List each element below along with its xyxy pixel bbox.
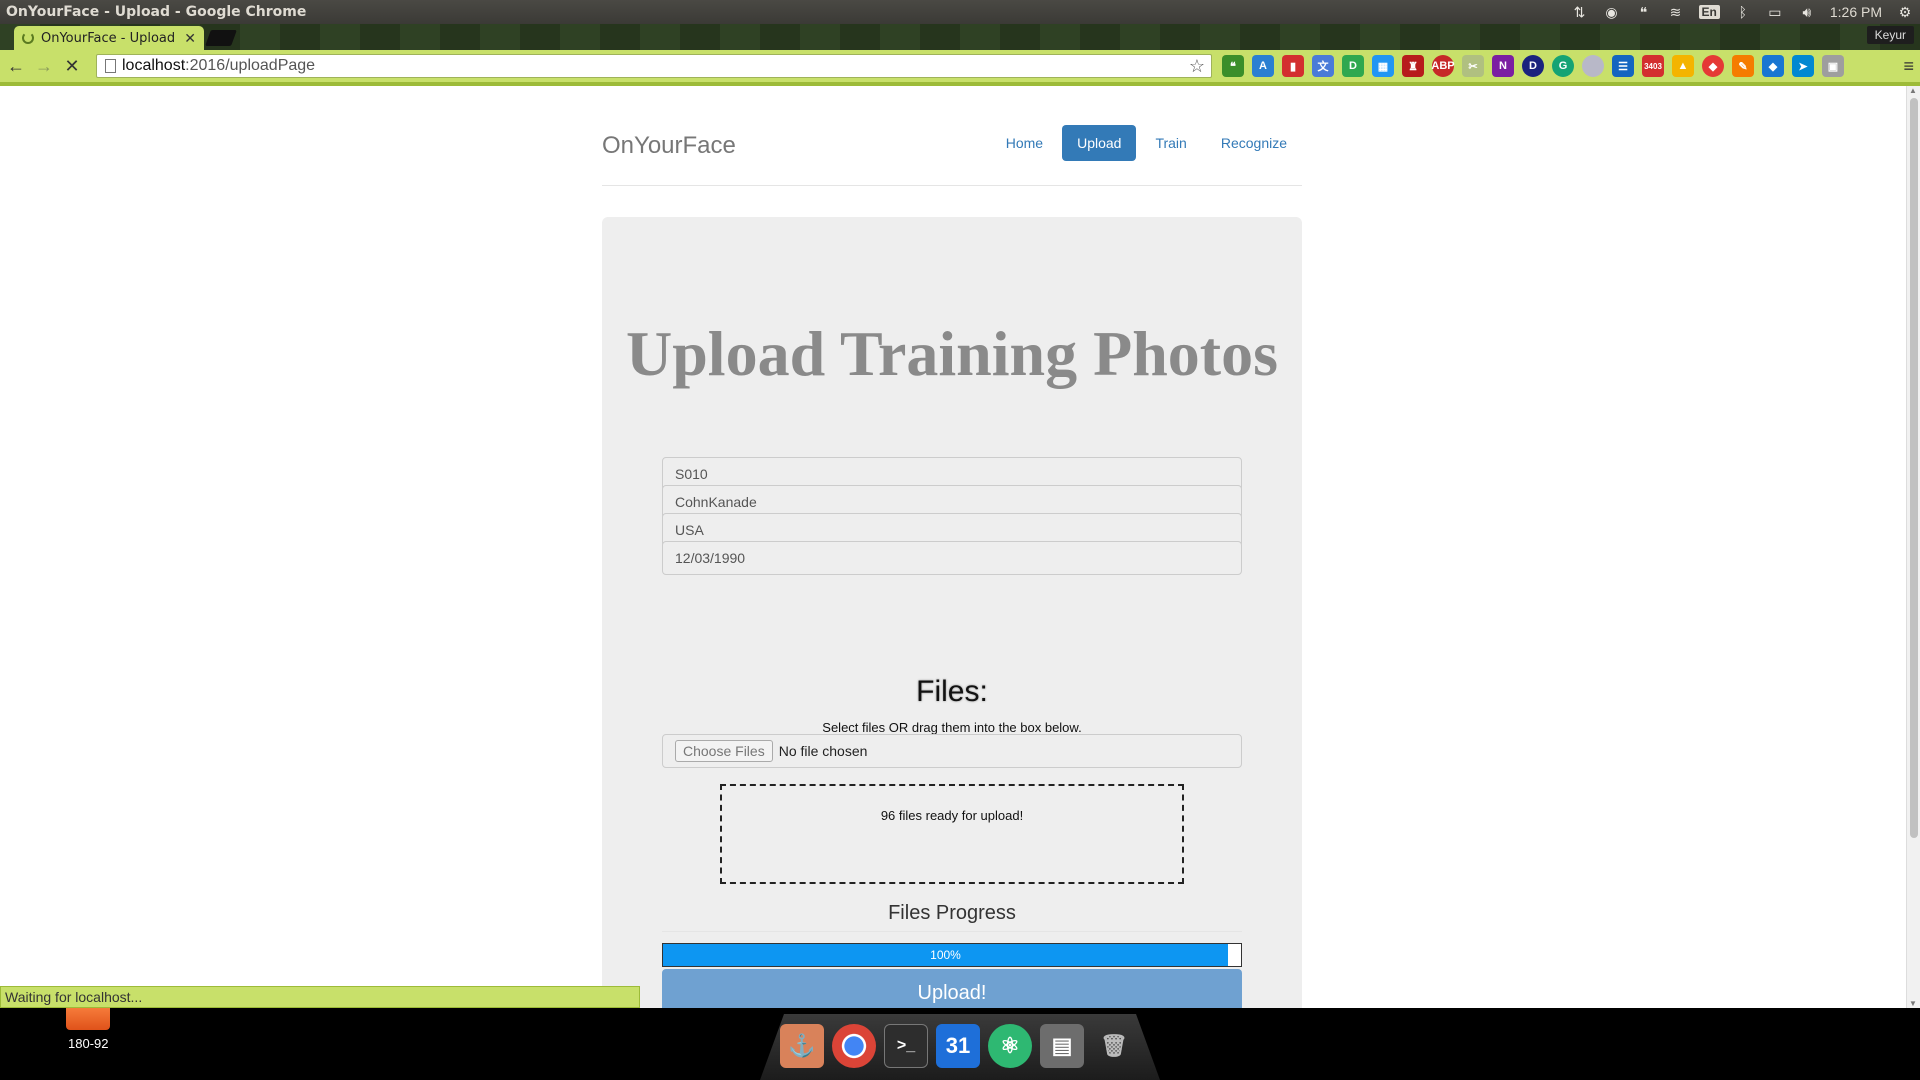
panel-indicators: ⇅ ◉ ❝ ≋ En ᛒ ▭ 🔊︎ 1:26 PM ⚙ [1571,0,1914,24]
files-manager-icon[interactable]: ▤ [1040,1024,1084,1068]
pocket-extension-icon[interactable]: ♜ [1402,55,1424,77]
url-path: :2016/uploadPage [185,57,316,74]
red-extension-icon[interactable]: ◆ [1702,55,1724,77]
chrome-menu-icon[interactable]: ≡ [1903,56,1914,77]
calendar-day: 31 [945,1033,971,1058]
tab-onyourface-upload[interactable]: OnYourFace - Upload ✕ [14,26,204,50]
scroll-thumb[interactable] [1910,98,1918,838]
bookmark-extension-icon[interactable]: ▮ [1282,55,1304,77]
url-host: localhost [122,57,186,74]
files-help-text: Select files OR drag them into the box b… [822,720,1082,735]
scroll-down-icon[interactable]: ▼ [1909,999,1917,1008]
dock: ⚓ >_ 31 ⚛ ▤ 🗑︎ [760,1014,1160,1080]
nav-train[interactable]: Train [1140,125,1201,161]
bookmark-star-icon[interactable]: ☆ [1189,56,1205,77]
date-field[interactable]: 12/03/1990 [662,541,1242,575]
volume-icon[interactable]: 🔊︎ [1798,3,1816,21]
site-brand[interactable]: OnYourFace [602,132,736,160]
calendar-icon[interactable]: 31 [936,1024,980,1068]
files-heading: Files: [916,675,988,708]
translate-extension-icon[interactable]: A [1252,55,1274,77]
pushbullet-icon[interactable]: D [1342,55,1364,77]
progress-label: 100% [930,948,961,962]
progress-fill: 100% [663,944,1228,966]
send-extension-icon[interactable]: ➤ [1792,55,1814,77]
scroll-up-icon[interactable]: ▲ [1909,86,1917,95]
back-arrow-icon[interactable]: ← [4,54,28,78]
window-extension-icon[interactable]: ▦ [1372,55,1394,77]
onenote-icon[interactable]: N [1492,55,1514,77]
file-input[interactable]: Choose Files No file chosen [662,734,1242,768]
drop-zone-status: 96 files ready for upload! [880,808,1024,823]
scissors-extension-icon[interactable]: ✂ [1462,55,1484,77]
terminal-icon[interactable]: >_ [884,1024,928,1068]
no-file-chosen-label: No file chosen [778,743,868,759]
circle-extension-icon[interactable] [1582,55,1604,77]
os-top-panel: OnYourFace - Upload - Google Chrome ⇅ ◉ … [0,0,1920,24]
anchor-app-icon[interactable]: ⚓ [780,1024,824,1068]
forward-arrow-icon[interactable]: → [32,54,56,78]
browser-status-bubble: Waiting for localhost... [0,986,640,1008]
screenshot-extension-icon[interactable]: ▣ [1822,55,1844,77]
carrot-extension-icon[interactable]: ✎ [1732,55,1754,77]
page-icon [105,59,116,73]
browser-tab-strip: OnYourFace - Upload ✕ [0,24,1920,50]
extension-icons: ❝ A ▮ 文 D ▦ ♜ ABP ✂ N D G ☰ 3403 ▲ ◆ ✎ ◆… [1222,55,1844,77]
atom-icon[interactable]: ⚛ [988,1024,1032,1068]
address-bar[interactable]: localhost:2016/uploadPage ☆ [96,54,1212,78]
profile-button[interactable]: Keyur [1866,26,1914,44]
file-drop-zone[interactable]: 96 files ready for upload! [720,784,1184,884]
gmail-count-badge: 3403 [1644,61,1662,71]
stop-loading-icon[interactable]: ✕ [60,54,84,78]
hangouts-icon[interactable]: ❝ [1635,3,1653,21]
chrome-dock-icon[interactable] [832,1024,876,1068]
chrome-indicator-icon[interactable]: ◉ [1603,3,1621,21]
site-header: OnYourFace Home Upload Train Recognize [602,86,1302,186]
nav-recognize[interactable]: Recognize [1206,125,1302,161]
upload-panel: Upload Training Photos S010 CohnKanade U… [602,217,1302,1008]
new-tab-button[interactable] [205,30,237,46]
clock[interactable]: 1:26 PM [1830,4,1882,20]
bluetooth-icon[interactable]: ᛒ [1734,3,1752,21]
evernote-extension-icon[interactable]: ❝ [1222,55,1244,77]
page-title: Upload Training Photos [625,318,1279,389]
browser-toolbar: ← → ✕ localhost:2016/uploadPage ☆ ❝ A ▮ … [0,50,1920,82]
desktop-folder-label[interactable]: 180-92 [68,1036,108,1051]
lines-extension-icon[interactable]: ☰ [1612,55,1634,77]
choose-files-button[interactable]: Choose Files [675,740,773,762]
desktop-area: 180-92 ⚓ >_ 31 ⚛ ▤ 🗑︎ [0,1008,1920,1080]
trash-icon[interactable]: 🗑︎ [1092,1024,1136,1068]
gmail-notifier-icon[interactable]: 3403 [1642,55,1664,77]
folder-icon[interactable] [66,1008,110,1030]
site-container: OnYourFace Home Upload Train Recognize U… [602,86,1302,1008]
files-progress-bar: 100% [662,943,1242,967]
site-nav: Home Upload Train Recognize [991,125,1302,161]
progress-title: Files Progress [662,902,1242,932]
loading-spinner-icon [22,32,34,44]
page-scrollbar[interactable]: ▲ ▼ [1906,86,1920,1008]
settings-gear-icon[interactable]: ⚙ [1896,3,1914,21]
dashlane-icon[interactable]: D [1522,55,1544,77]
wifi-icon[interactable]: ≋ [1667,3,1685,21]
close-tab-icon[interactable]: ✕ [184,30,196,47]
window-title: OnYourFace - Upload - Google Chrome [6,4,307,20]
page-viewport: OnYourFace Home Upload Train Recognize U… [0,86,1906,1008]
nav-upload[interactable]: Upload [1062,125,1137,161]
blue-extension-icon[interactable]: ◆ [1762,55,1784,77]
nav-home[interactable]: Home [991,125,1058,161]
upload-button[interactable]: Upload! [662,969,1242,1008]
battery-icon[interactable]: ▭ [1766,3,1784,21]
tab-title: OnYourFace - Upload [41,30,176,46]
keyboard-language-indicator[interactable]: En [1698,5,1720,19]
desktop-screen: OnYourFace - Upload - Google Chrome ⇅ ◉ … [0,0,1920,1080]
google-drive-icon[interactable]: ▲ [1672,55,1694,77]
adblock-plus-icon[interactable]: ABP [1431,55,1455,77]
network-upload-icon[interactable]: ⇅ [1571,3,1589,21]
google-translate-icon[interactable]: 文 [1312,55,1334,77]
grammarly-icon[interactable]: G [1552,55,1574,77]
